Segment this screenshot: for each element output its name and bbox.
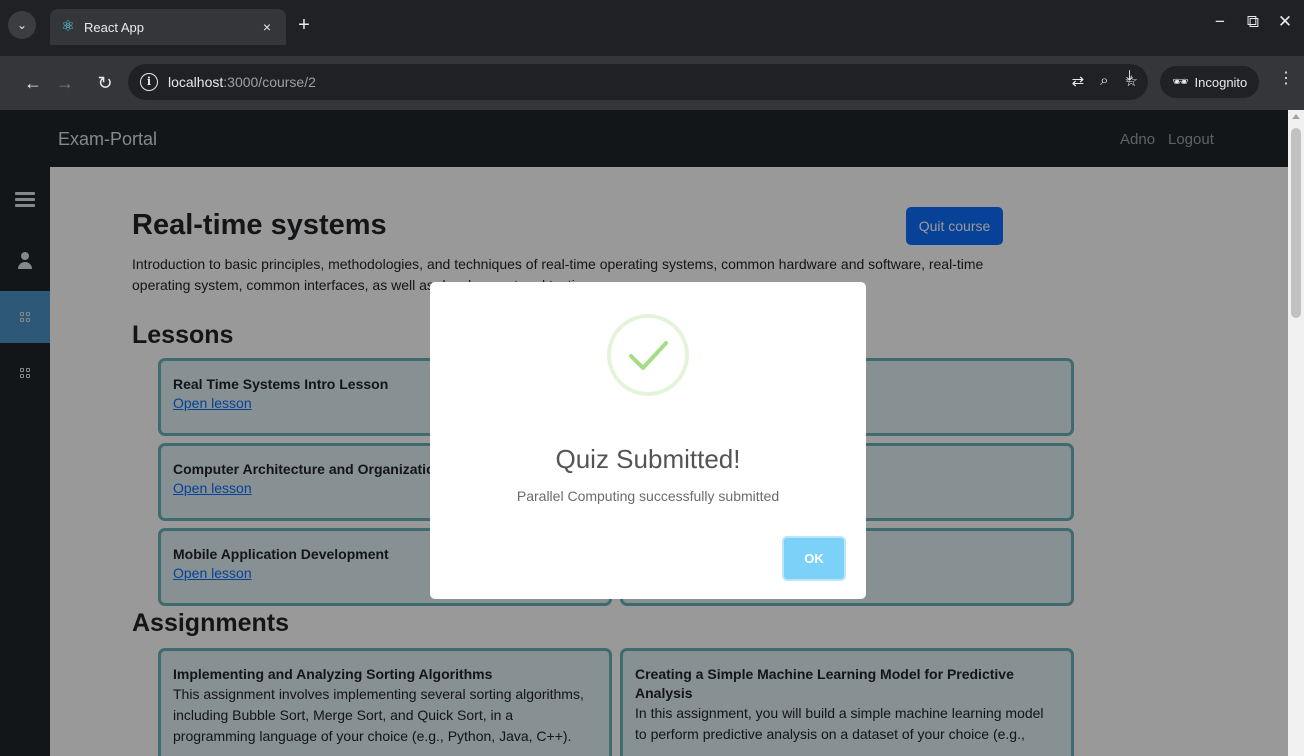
url-host: localhost xyxy=(168,74,224,90)
browser-tab[interactable]: ⚛ React App × xyxy=(50,9,286,45)
site-info-icon[interactable]: i xyxy=(140,73,158,91)
page-scrollbar[interactable] xyxy=(1288,110,1304,756)
zoom-icon[interactable]: ⌕ xyxy=(1100,72,1108,90)
url-path: :3000/course/2 xyxy=(223,74,316,90)
browser-menu-icon[interactable]: ⋮ xyxy=(1278,68,1294,88)
react-favicon-icon: ⚛ xyxy=(61,18,75,35)
browser-tab-bar: ⌄ ⚛ React App × + − ⧉ ✕ xyxy=(0,0,1304,56)
incognito-label: Incognito xyxy=(1194,74,1248,90)
tab-close-icon[interactable]: × xyxy=(258,19,276,35)
restore-button[interactable]: ⧉ xyxy=(1238,12,1268,32)
browser-toolbar: ← → ↻ i localhost:3000/course/2 ⇄ ⌕ ☆ ⤓ … xyxy=(0,56,1304,110)
translate-icon[interactable]: ⇄ xyxy=(1072,72,1085,90)
success-check-icon xyxy=(607,314,689,396)
chevron-down-icon: ⌄ xyxy=(16,18,28,32)
new-tab-button[interactable]: + xyxy=(292,14,316,38)
incognito-icon: 🕶 xyxy=(1172,74,1189,89)
address-bar[interactable]: i localhost:3000/course/2 ⇄ ⌕ ☆ xyxy=(128,64,1148,100)
dialog-message: Parallel Computing successfully submitte… xyxy=(516,488,780,504)
tab-search-button[interactable]: ⌄ xyxy=(8,11,36,39)
reload-button[interactable]: ↻ xyxy=(92,70,118,96)
dialog-title: Quiz Submitted! xyxy=(555,444,741,474)
window-close-button[interactable]: ✕ xyxy=(1270,12,1300,32)
forward-button[interactable]: → xyxy=(52,70,78,96)
tab-title: React App xyxy=(84,19,144,35)
back-button[interactable]: ← xyxy=(20,70,46,96)
scroll-up-arrow-icon[interactable] xyxy=(1292,114,1300,119)
success-dialog: Quiz Submitted! Parallel Computing succe… xyxy=(430,282,866,599)
incognito-badge[interactable]: 🕶 Incognito xyxy=(1160,66,1260,98)
minimize-button[interactable]: − xyxy=(1205,12,1235,32)
ok-button[interactable]: OK xyxy=(782,536,846,581)
scroll-thumb[interactable] xyxy=(1291,128,1301,318)
download-icon[interactable]: ⤓ xyxy=(1126,68,1133,86)
